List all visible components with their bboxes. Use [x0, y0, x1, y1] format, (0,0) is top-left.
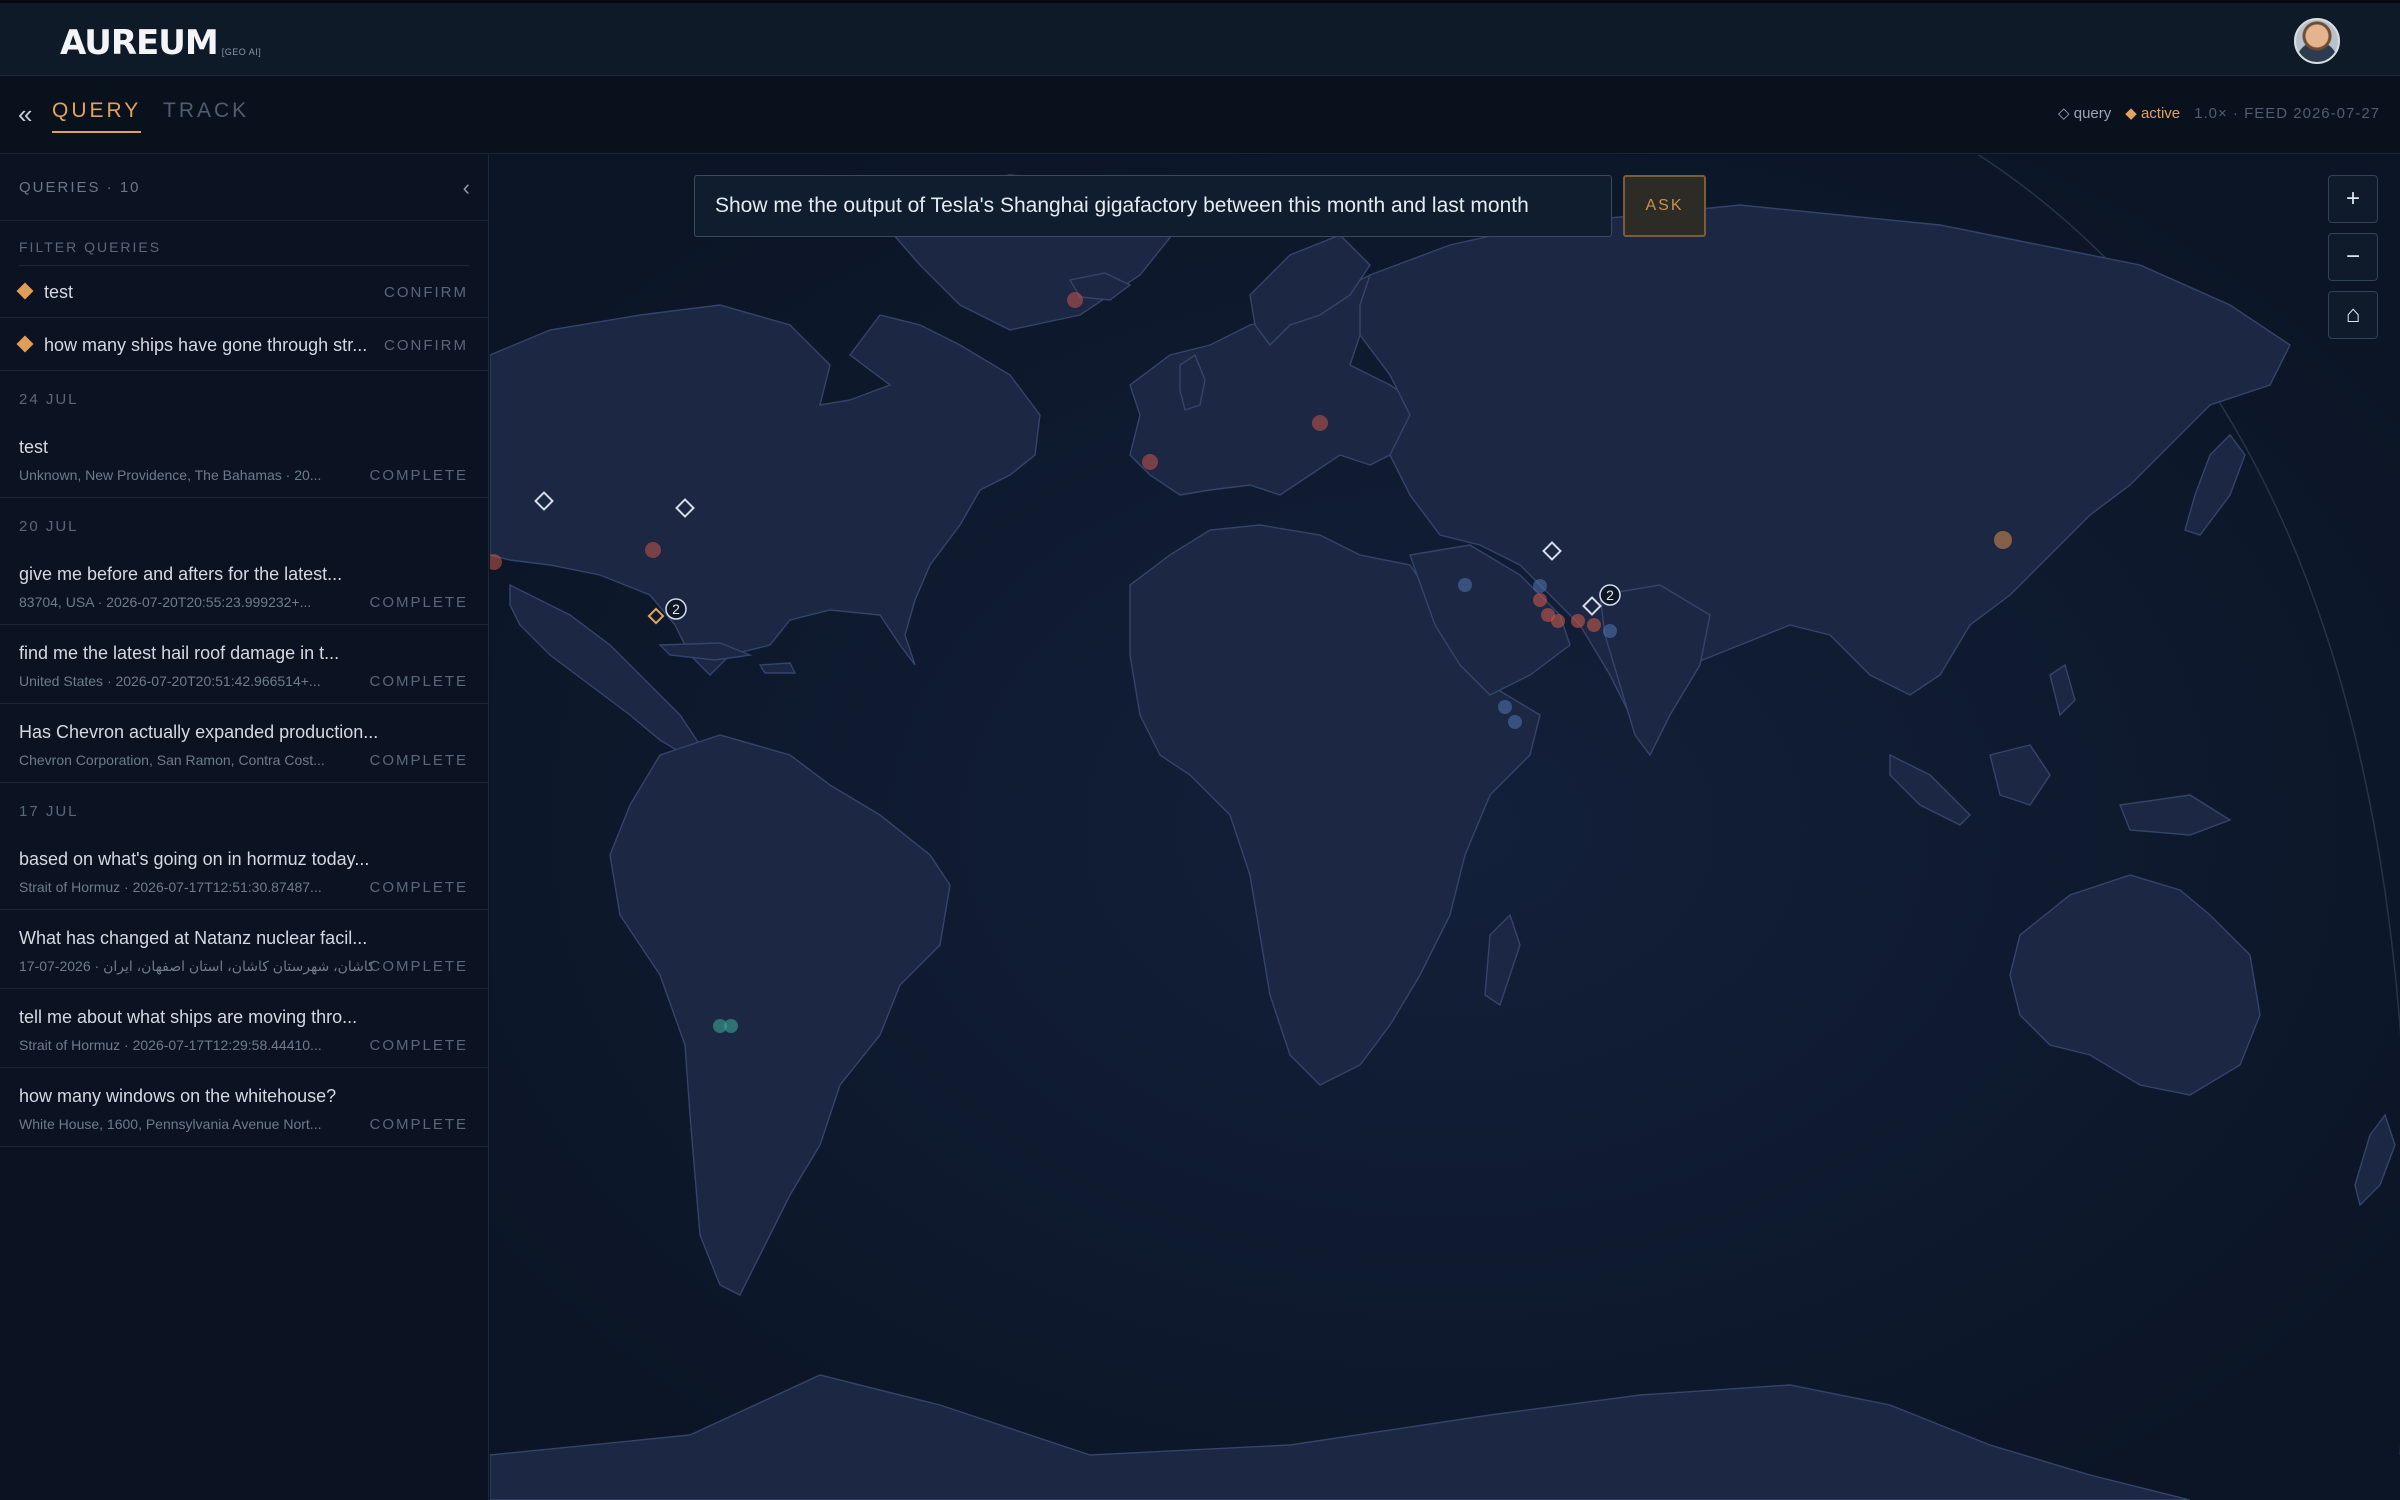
marker-dot[interactable]	[1498, 700, 1512, 714]
feed-status: 1.0× · FEED 2026-07-27	[2194, 104, 2380, 122]
marker-dot[interactable]	[1458, 578, 1472, 592]
tab-bar: « QUERY TRACK ◇ query ◆ active 1.0× · FE…	[0, 77, 2400, 154]
confirm-button[interactable]: CONFIRM	[384, 337, 468, 354]
query-list-item[interactable]: find me the latest hail roof damage in t…	[0, 625, 488, 704]
marker-dot[interactable]	[1067, 292, 1083, 308]
tab-query[interactable]: QUERY	[52, 99, 142, 133]
date-group-header: 17 JUL	[0, 783, 488, 831]
query-location: United States · 2026-07-20T20:51:42.9665…	[19, 673, 321, 689]
pending-query-row[interactable]: how many ships have gone through str... …	[0, 318, 488, 371]
ask-button[interactable]: ASK	[1623, 175, 1706, 237]
query-title: find me the latest hail roof damage in t…	[19, 643, 340, 663]
status-badge: COMPLETE	[369, 1037, 468, 1054]
marker-dot[interactable]	[1508, 715, 1522, 729]
date-label: 17 JUL	[19, 803, 79, 820]
cluster-badge[interactable]: 2	[1599, 584, 1621, 606]
query-title: give me before and afters for the latest…	[19, 564, 343, 584]
marker-dot[interactable]	[1603, 624, 1617, 638]
query-location: 83704, USA · 2026-07-20T20:55:23.999232+…	[19, 594, 312, 610]
world-map[interactable]: 2 2 ASK + − ⌂	[490, 155, 2400, 1500]
marker-dot[interactable]	[724, 1019, 738, 1033]
zoom-in-button[interactable]: +	[2328, 175, 2378, 223]
legend-active: ◆ active	[2125, 105, 2181, 122]
marker-dot[interactable]	[1312, 415, 1328, 431]
cluster-badge-count: 2	[672, 601, 680, 617]
query-location: Unknown, New Providence, The Bahamas · 2…	[19, 467, 322, 483]
query-location: Strait of Hormuz · 2026-07-17T12:29:58.4…	[19, 1037, 322, 1053]
marker-dot[interactable]	[1533, 593, 1547, 607]
query-list-item[interactable]: Has Chevron actually expanded production…	[0, 704, 488, 783]
date-group-header: 20 JUL	[0, 498, 488, 546]
query-list-item[interactable]: give me before and afters for the latest…	[0, 546, 488, 625]
date-group-header: 24 JUL	[0, 371, 488, 419]
sidebar-header: QUERIES · 10 ‹	[0, 155, 488, 221]
logo-subtitle: [GEO AI]	[221, 47, 262, 57]
query-location: White House, 1600, Pennsylvania Avenue N…	[19, 1116, 322, 1132]
query-title: based on what's going on in hormuz today…	[19, 849, 370, 869]
top-bar: AUREUM [GEO AI]	[0, 0, 2400, 76]
confirm-button[interactable]: CONFIRM	[384, 284, 468, 301]
marker-dot[interactable]	[1533, 579, 1547, 593]
query-location: Chevron Corporation, San Ramon, Contra C…	[19, 752, 325, 768]
user-avatar[interactable]	[2294, 18, 2340, 64]
status-badge: COMPLETE	[369, 1116, 468, 1133]
tab-track[interactable]: TRACK	[163, 99, 249, 131]
cluster-badge-count: 2	[1606, 587, 1614, 603]
marker-dot[interactable]	[645, 542, 661, 558]
query-location: 17-07-2026 · کاشان، شهرستان کاشان، استان…	[19, 958, 375, 974]
legend-query: ◇ query	[2058, 105, 2112, 122]
marker-dot[interactable]	[1142, 454, 1158, 470]
filter-section	[0, 221, 488, 266]
map-legend: ◇ query ◆ active 1.0× · FEED 2026-07-27	[2058, 104, 2380, 123]
queries-sidebar: QUERIES · 10 ‹ test CONFIRM how many shi…	[0, 155, 489, 1500]
status-badge: COMPLETE	[369, 958, 468, 975]
query-list-item[interactable]: test Unknown, New Providence, The Bahama…	[0, 419, 488, 498]
query-input[interactable]	[694, 175, 1612, 237]
land-caribbean	[758, 662, 797, 674]
query-list-item[interactable]: What has changed at Natanz nuclear facil…	[0, 910, 488, 989]
collapse-sidebar-icon[interactable]: ‹	[463, 175, 470, 201]
status-badge: COMPLETE	[369, 594, 468, 611]
active-diamond-icon	[16, 335, 34, 353]
zoom-out-button[interactable]: −	[2328, 233, 2378, 281]
date-label: 20 JUL	[19, 518, 79, 535]
cluster-badge[interactable]: 2	[665, 598, 687, 620]
query-list-item[interactable]: how many windows on the whitehouse? Whit…	[0, 1068, 488, 1147]
logo-text: AUREUM	[60, 23, 219, 63]
status-badge: COMPLETE	[369, 879, 468, 896]
pending-query-row[interactable]: test CONFIRM	[0, 265, 488, 318]
marker-dot[interactable]	[1571, 614, 1585, 628]
home-icon[interactable]: ⌂	[2328, 291, 2378, 339]
status-badge: COMPLETE	[369, 673, 468, 690]
date-label: 24 JUL	[19, 391, 79, 408]
active-diamond-icon	[16, 282, 34, 300]
query-list-item[interactable]: tell me about what ships are moving thro…	[0, 989, 488, 1068]
query-title: What has changed at Natanz nuclear facil…	[19, 928, 368, 948]
marker-dot[interactable]	[1551, 614, 1565, 628]
query-title: Has Chevron actually expanded production…	[19, 722, 379, 742]
query-title: how many ships have gone through str...	[44, 335, 368, 355]
query-title: test	[44, 282, 74, 302]
filter-queries-input[interactable]	[19, 239, 469, 266]
app-logo[interactable]: AUREUM [GEO AI]	[60, 23, 261, 63]
map-canvas[interactable]: 2 2	[490, 155, 2400, 1500]
marker-dot[interactable]	[1587, 618, 1601, 632]
query-title: how many windows on the whitehouse?	[19, 1086, 337, 1106]
query-list-item[interactable]: based on what's going on in hormuz today…	[0, 831, 488, 910]
query-title: test	[19, 437, 49, 457]
query-title: tell me about what ships are moving thro…	[19, 1007, 358, 1027]
queries-count: QUERIES · 10	[19, 179, 141, 196]
status-badge: COMPLETE	[369, 752, 468, 769]
collapse-panel-icon[interactable]: «	[18, 99, 32, 130]
marker-dot[interactable]	[1994, 531, 2012, 549]
query-location: Strait of Hormuz · 2026-07-17T12:51:30.8…	[19, 879, 322, 895]
status-badge: COMPLETE	[369, 467, 468, 484]
